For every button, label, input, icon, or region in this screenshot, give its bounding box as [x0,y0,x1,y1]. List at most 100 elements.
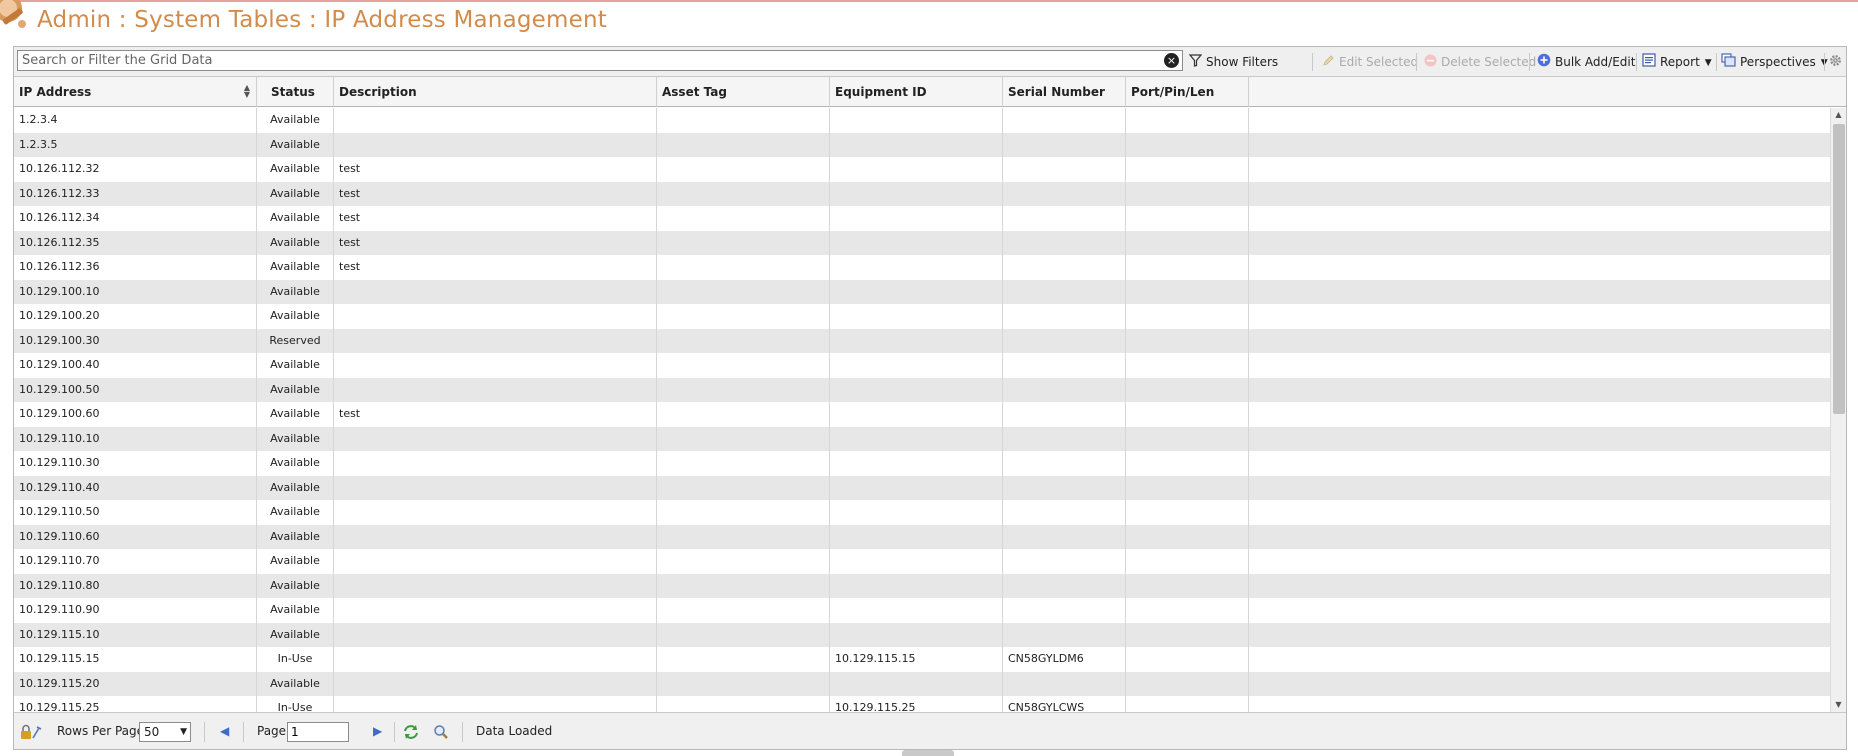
column-header-ip-address[interactable]: IP Address ▲ ▼ [14,77,257,107]
cell-equipment-id [830,377,1003,402]
table-row[interactable]: 10.129.110.30 Available [14,451,1830,476]
table-row[interactable]: 10.126.112.33 Available test [14,181,1830,206]
table-row[interactable]: 10.126.112.35 Available test [14,230,1830,255]
cell-asset-tag [657,622,830,647]
vertical-scrollbar[interactable]: ▲ ▼ [1830,108,1846,712]
edit-selected-button[interactable]: Edit Selected [1322,47,1418,77]
table-row[interactable]: 10.129.110.60 Available [14,524,1830,549]
edit-selected-label: Edit Selected [1339,55,1419,69]
table-row[interactable]: 10.129.110.40 Available [14,475,1830,500]
perspectives-dropdown[interactable]: Perspectives▼ [1721,47,1828,77]
table-row[interactable]: 1.2.3.4 Available [14,108,1830,133]
cell-equipment-id [830,157,1003,182]
search-input[interactable] [18,51,1158,70]
page-number-input[interactable] [287,722,349,742]
lock-icon[interactable] [20,713,42,750]
cell-asset-tag [657,157,830,182]
cell-ip-address: 10.126.112.35 [14,230,257,255]
cell-port-pin-len [1126,353,1249,378]
cell-asset-tag [657,230,830,255]
table-row[interactable]: 10.129.115.15 In-Use 10.129.115.15 CN58GYLD… [14,647,1830,672]
table-row[interactable]: 10.129.100.30 Reserved [14,328,1830,353]
prev-page-icon[interactable]: ◀ [220,713,229,750]
settings-button[interactable] [1829,47,1846,77]
table-row[interactable]: 10.126.112.34 Available test [14,206,1830,231]
column-header-description[interactable]: Description [334,77,657,107]
cell-asset-tag [657,255,830,280]
cell-ip-address: 10.126.112.34 [14,206,257,231]
cell-description: test [334,255,657,280]
table-row[interactable]: 10.129.100.50 Available [14,377,1830,402]
scroll-up-icon[interactable]: ▲ [1831,108,1846,122]
cell-description [334,426,657,451]
table-row[interactable]: 10.126.112.32 Available test [14,157,1830,182]
cell-status: Available [257,279,334,304]
cell-serial-number [1003,108,1126,133]
column-header-status[interactable]: Status [257,77,334,107]
cell-port-pin-len [1126,377,1249,402]
column-header-serial-number[interactable]: Serial Number [1003,77,1126,107]
next-page-icon[interactable]: ▶ [373,713,382,750]
cell-ip-address: 10.129.115.10 [14,622,257,647]
cell-description: test [334,181,657,206]
cell-status: Available [257,549,334,574]
clear-search-icon[interactable]: × [1164,53,1179,68]
cell-equipment-id: 10.129.115.25 [830,696,1003,712]
refresh-icon[interactable] [402,713,420,750]
cell-asset-tag [657,598,830,623]
scroll-down-icon[interactable]: ▼ [1831,698,1846,712]
column-header-port-pin-len[interactable]: Port/Pin/Len [1126,77,1249,107]
table-row[interactable]: 10.129.100.20 Available [14,304,1830,329]
table-row[interactable]: 10.129.115.20 Available [14,671,1830,696]
cell-status: Available [257,132,334,157]
cell-asset-tag [657,451,830,476]
cell-description: test [334,206,657,231]
bulk-add-edit-button[interactable]: Bulk Add/Edit [1537,47,1635,77]
cell-description [334,622,657,647]
table-row[interactable]: 10.129.110.90 Available [14,598,1830,623]
toolbar-divider [1824,53,1825,71]
scrollbar-thumb[interactable] [1833,124,1845,414]
delete-selected-button[interactable]: Delete Selected [1424,47,1536,77]
sort-icon: ▲ ▼ [243,83,250,99]
report-dropdown[interactable]: Report ▼ [1642,47,1712,77]
gear-icon [1829,48,1842,78]
grid-body: 1.2.3.4 Available 1.2.3.5 Available 10.126.1… [14,108,1830,712]
table-row[interactable]: 10.126.112.36 Available test [14,255,1830,280]
table-row[interactable]: 10.129.115.25 In-Use 10.129.115.25 CN58GYLC… [14,696,1830,712]
chevron-down-icon: ▼ [180,727,187,737]
horizontal-scrollbar-thumb[interactable] [902,750,954,756]
table-row[interactable]: 10.129.100.10 Available [14,279,1830,304]
cell-port-pin-len [1126,181,1249,206]
table-row[interactable]: 1.2.3.5 Available [14,132,1830,157]
column-header-label: Equipment ID [835,85,927,99]
cell-equipment-id [830,524,1003,549]
cell-equipment-id [830,500,1003,525]
table-row[interactable]: 10.129.110.80 Available [14,573,1830,598]
toolbar-divider [1312,53,1313,71]
cell-ip-address: 10.129.100.10 [14,279,257,304]
column-header-equipment-id[interactable]: Equipment ID [830,77,1003,107]
column-header-asset-tag[interactable]: Asset Tag [657,77,830,107]
zoom-icon[interactable] [433,713,449,750]
cell-port-pin-len [1126,108,1249,133]
table-row[interactable]: 10.129.110.70 Available [14,549,1830,574]
table-row[interactable]: 10.129.100.60 Available test [14,402,1830,427]
cell-status: Available [257,426,334,451]
cell-ip-address: 10.129.110.90 [14,598,257,623]
table-row[interactable]: 10.129.110.50 Available [14,500,1830,525]
rows-per-page-select[interactable]: 50 ▼ [139,722,191,742]
cell-serial-number [1003,230,1126,255]
table-row[interactable]: 10.129.115.10 Available [14,622,1830,647]
table-row[interactable]: 10.129.110.10 Available [14,426,1830,451]
footer-divider [204,722,205,742]
cell-port-pin-len [1126,524,1249,549]
cell-ip-address: 10.126.112.32 [14,157,257,182]
cell-port-pin-len [1126,132,1249,157]
cell-asset-tag [657,132,830,157]
page-label: Page: [257,724,291,738]
table-row[interactable]: 10.129.100.40 Available [14,353,1830,378]
cell-ip-address: 1.2.3.4 [14,108,257,133]
show-filters-button[interactable]: Show Filters [1188,47,1278,77]
cell-equipment-id [830,549,1003,574]
